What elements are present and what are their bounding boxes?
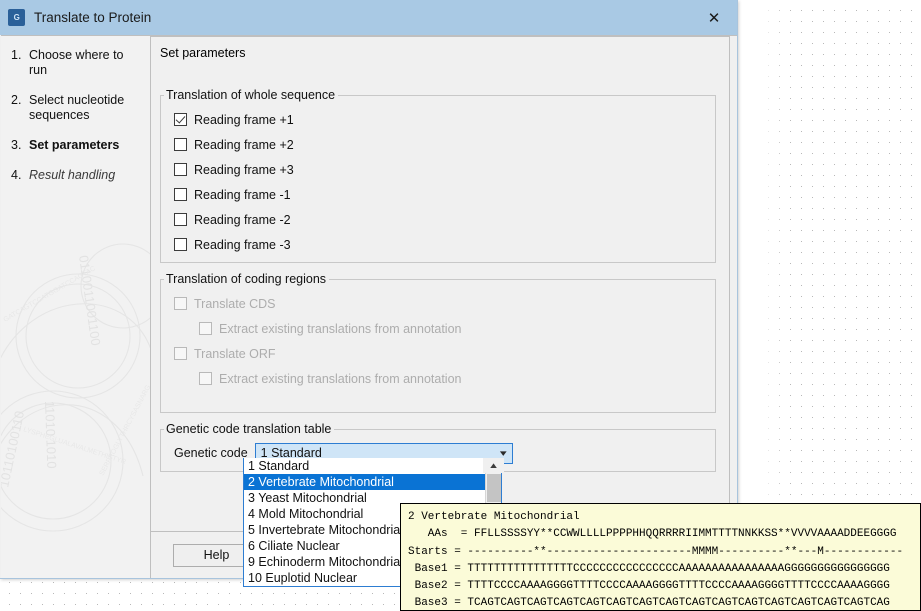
sidebar-step-1[interactable]: 1. Choose where to run	[11, 48, 142, 78]
step-label: Select nucleotide sequences	[29, 93, 142, 123]
checkbox-label: Reading frame +3	[194, 163, 294, 177]
checkbox-label: Translate CDS	[194, 297, 276, 311]
checkbox-row-frame-minus2[interactable]: Reading frame -2	[161, 207, 715, 232]
wizard-step-list: 1. Choose where to run 2. Select nucleot…	[1, 36, 150, 183]
checkbox-row-extract-cds: Extract existing translations from annot…	[161, 316, 715, 341]
checkbox-row-frame-minus1[interactable]: Reading frame -1	[161, 182, 715, 207]
checkbox-frame-plus2[interactable]	[174, 138, 187, 151]
checkbox-row-frame-minus3[interactable]: Reading frame -3	[161, 232, 715, 257]
svg-text:10110100110: 10110100110	[1, 410, 27, 489]
app-icon: G	[8, 9, 25, 26]
checkbox-row-frame-plus2[interactable]: Reading frame +2	[161, 132, 715, 157]
step-number: 1.	[11, 48, 29, 78]
dropdown-option-2[interactable]: 2 Vertebrate Mitochondrial	[244, 474, 485, 490]
coding-regions-legend: Translation of coding regions	[164, 272, 329, 286]
checkbox-frame-minus3[interactable]	[174, 238, 187, 251]
pane-title: Set parameters	[151, 37, 729, 86]
chevron-up-icon[interactable]: ▲	[483, 458, 504, 473]
checkbox-translate-cds	[174, 297, 187, 310]
checkbox-label: Reading frame +1	[194, 113, 294, 127]
sidebar-step-2[interactable]: 2. Select nucleotide sequences	[11, 93, 142, 123]
dialog-title: Translate to Protein	[34, 10, 151, 25]
step-label: Choose where to run	[29, 48, 142, 78]
genetic-code-legend: Genetic code translation table	[164, 422, 334, 436]
svg-text:LYSPHEGLUALAVALMETHISTYR: LYSPHEGLUALAVALMETHISTYR	[22, 426, 126, 466]
genetic-code-field-label: Genetic code	[174, 446, 248, 460]
step-number: 2.	[11, 93, 29, 123]
svg-text:11010 1010: 11010 1010	[42, 401, 59, 469]
step-number: 3.	[11, 138, 29, 153]
scrollbar-thumb[interactable]	[487, 474, 501, 502]
checkbox-frame-plus1[interactable]	[174, 113, 187, 126]
checkbox-frame-minus1[interactable]	[174, 188, 187, 201]
dropdown-option-1[interactable]: 1 Standard	[244, 458, 485, 474]
checkbox-row-frame-plus3[interactable]: Reading frame +3	[161, 157, 715, 182]
whole-sequence-legend: Translation of whole sequence	[164, 88, 338, 102]
workspace-canvas: G Translate to Protein ✕	[0, 0, 921, 611]
wizard-sidebar: 0110011001100 11010 1010 10110100110 GAT…	[1, 35, 151, 578]
svg-text:0110011001100: 0110011001100	[76, 254, 104, 346]
checkbox-label: Extract existing translations from annot…	[219, 322, 461, 336]
checkbox-label: Extract existing translations from annot…	[219, 372, 461, 386]
dialog-titlebar: G Translate to Protein ✕	[0, 0, 737, 35]
checkbox-row-frame-plus1[interactable]: Reading frame +1	[161, 107, 715, 132]
checkbox-label: Reading frame -1	[194, 188, 291, 202]
step-label: Result handling	[29, 168, 115, 183]
checkbox-label: Translate ORF	[194, 347, 276, 361]
close-icon[interactable]: ✕	[691, 0, 737, 35]
sidebar-step-4[interactable]: 4. Result handling	[11, 168, 142, 183]
checkbox-label: Reading frame -2	[194, 213, 291, 227]
checkbox-label: Reading frame +2	[194, 138, 294, 152]
checkbox-label: Reading frame -3	[194, 238, 291, 252]
step-label: Set parameters	[29, 138, 119, 153]
checkbox-extract-cds	[199, 322, 212, 335]
sidebar-step-3[interactable]: 3. Set parameters	[11, 138, 142, 153]
step-number: 4.	[11, 168, 29, 183]
checkbox-row-extract-orf: Extract existing translations from annot…	[161, 366, 715, 391]
coding-regions-group: Translation of coding regions Translate …	[160, 272, 716, 413]
watermark-decoration: 0110011001100 11010 1010 10110100110 GAT…	[1, 226, 151, 556]
checkbox-extract-orf	[199, 372, 212, 385]
checkbox-row-translate-cds: Translate CDS	[161, 291, 715, 316]
whole-sequence-group: Translation of whole sequence Reading fr…	[160, 88, 716, 263]
checkbox-row-translate-orf: Translate ORF	[161, 341, 715, 366]
genetic-code-tooltip: 2 Vertebrate Mitochondrial AAs = FFLLSSS…	[400, 503, 921, 611]
svg-text:GATCAGTCCATGGATCCAGTAC: GATCAGTCCATGGATCCAGTAC	[3, 265, 97, 323]
checkbox-translate-orf	[174, 347, 187, 360]
chevron-down-icon[interactable]: ▾	[500, 448, 507, 459]
checkbox-frame-minus2[interactable]	[174, 213, 187, 226]
checkbox-frame-plus3[interactable]	[174, 163, 187, 176]
svg-text:SERPROGLYTHRCYSASNARG: SERPROGLYTHRCYSASNARG	[99, 384, 151, 477]
